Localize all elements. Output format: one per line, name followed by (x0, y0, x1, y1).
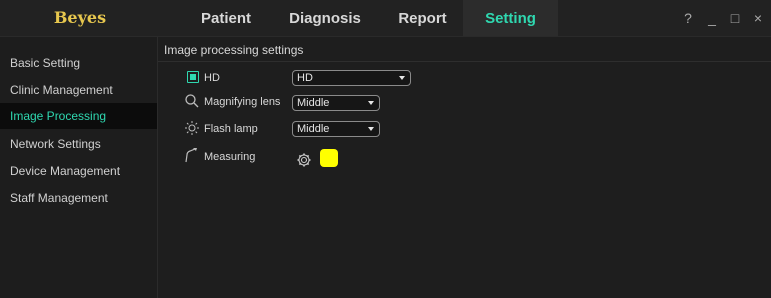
nav-tab-setting[interactable]: Setting (463, 0, 558, 36)
maximize-button[interactable]: □ (723, 0, 747, 36)
magnifying-lens-select[interactable]: Middle (292, 95, 380, 111)
hd-label: HD (204, 72, 220, 84)
nav-tab-patient[interactable]: Patient (188, 0, 264, 36)
hd-checkbox-mark (190, 74, 196, 80)
close-button[interactable]: × (746, 0, 770, 36)
nav-tab-report[interactable]: Report (385, 0, 460, 36)
magnifying-lens-select-value: Middle (297, 97, 330, 109)
flash-lamp-select[interactable]: Middle (292, 121, 380, 137)
nav-tab-diagnosis[interactable]: Diagnosis (280, 0, 370, 36)
gear-icon[interactable] (296, 152, 312, 168)
measuring-label: Measuring (204, 151, 256, 163)
chevron-down-icon (368, 127, 374, 131)
sidebar-item-image-processing[interactable]: Image Processing (0, 103, 157, 129)
top-bar: Beyes Patient Diagnosis Report Setting ?… (0, 0, 771, 37)
measuring-icon (184, 147, 200, 163)
sidebar: Basic Setting Clinic Management Image Pr… (0, 37, 158, 298)
flash-lamp-select-value: Middle (297, 123, 330, 135)
flash-lamp-label: Flash lamp (204, 123, 258, 135)
sidebar-item-clinic-management[interactable]: Clinic Management (0, 77, 157, 103)
hd-checkbox[interactable] (187, 71, 199, 83)
magnifying-lens-label: Magnifying lens (204, 96, 281, 108)
chevron-down-icon (368, 101, 374, 105)
chevron-down-icon (399, 76, 405, 80)
app-brand: Beyes (53, 8, 107, 27)
sidebar-item-basic-setting[interactable]: Basic Setting (0, 50, 157, 76)
section-title: Image processing settings (164, 43, 304, 57)
section-divider (158, 61, 771, 62)
hd-select-value: HD (297, 72, 313, 84)
measuring-color-swatch[interactable] (320, 149, 338, 167)
flash-lamp-icon (184, 120, 200, 136)
minimize-button[interactable]: _ (700, 0, 724, 36)
main-panel: Image processing settings HD HD Magnifyi… (158, 37, 771, 298)
help-button[interactable]: ? (676, 0, 700, 36)
sidebar-item-network-settings[interactable]: Network Settings (0, 131, 157, 157)
sidebar-item-staff-management[interactable]: Staff Management (0, 185, 157, 211)
magnifier-icon (184, 93, 200, 109)
sidebar-item-device-management[interactable]: Device Management (0, 158, 157, 184)
hd-select[interactable]: HD (292, 70, 411, 86)
